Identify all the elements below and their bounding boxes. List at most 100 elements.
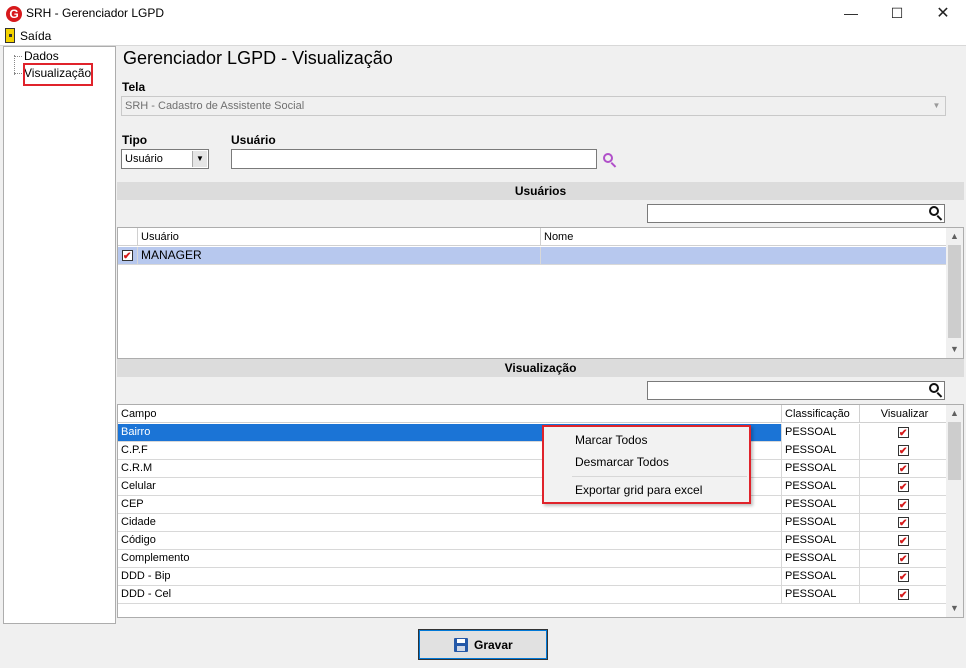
visualizar-cell[interactable] bbox=[860, 478, 946, 496]
usuarios-scrollbar[interactable]: ▲ ▼ bbox=[946, 228, 963, 358]
menu-item-marcar-todos[interactable]: Marcar Todos bbox=[575, 433, 647, 447]
nome-cell bbox=[541, 247, 946, 265]
nav-tree: Dados Visualização bbox=[3, 46, 116, 624]
table-row[interactable]: C.R.M PESSOAL bbox=[118, 460, 946, 478]
campo-cell: DDD - Cel bbox=[118, 586, 782, 604]
column-header-nome[interactable]: Nome bbox=[541, 228, 946, 246]
usuario-label: Usuário bbox=[231, 133, 276, 147]
checkbox-checked[interactable] bbox=[122, 248, 133, 265]
visualizar-cell[interactable] bbox=[860, 460, 946, 478]
maximize-button[interactable]: ☐ bbox=[874, 0, 920, 27]
grid-header: Campo Classificação Visualizar bbox=[118, 405, 946, 423]
visualizar-cell[interactable] bbox=[860, 550, 946, 568]
visualizar-cell[interactable] bbox=[860, 496, 946, 514]
checkbox-checked[interactable] bbox=[898, 551, 909, 568]
grid-header: Usuário Nome bbox=[118, 228, 946, 246]
checkbox-checked[interactable] bbox=[898, 479, 909, 496]
search-icon[interactable] bbox=[602, 152, 618, 168]
app-logo-icon: G bbox=[6, 6, 22, 22]
checkbox-checked[interactable] bbox=[898, 515, 909, 532]
table-row[interactable]: Celular PESSOAL bbox=[118, 478, 946, 496]
tela-select-value: SRH - Cadastro de Assistente Social bbox=[125, 100, 305, 112]
visualizacao-grid: Campo Classificação Visualizar Bairro PES… bbox=[117, 404, 964, 618]
row-checkbox-cell[interactable] bbox=[118, 247, 138, 265]
campo-cell: DDD - Bip bbox=[118, 568, 782, 586]
title-bar: G SRH - Gerenciador LGPD — ☐ ✕ bbox=[0, 0, 966, 27]
classificacao-cell: PESSOAL bbox=[782, 424, 860, 442]
table-row[interactable]: Código PESSOAL bbox=[118, 532, 946, 550]
visualizar-cell[interactable] bbox=[860, 586, 946, 604]
usuarios-grid: Usuário Nome MANAGER ▲ ▼ bbox=[117, 227, 964, 359]
tipo-label: Tipo bbox=[122, 133, 148, 147]
usuario-input[interactable] bbox=[231, 149, 597, 169]
checkbox-checked[interactable] bbox=[898, 569, 909, 586]
classificacao-cell: PESSOAL bbox=[782, 532, 860, 550]
visualizar-cell[interactable] bbox=[860, 514, 946, 532]
checkbox-checked[interactable] bbox=[898, 587, 909, 604]
page-title: Gerenciador LGPD - Visualização bbox=[123, 48, 393, 68]
context-menu: Marcar Todos Desmarcar Todos Exportar gr… bbox=[542, 425, 751, 504]
table-row[interactable]: MANAGER bbox=[118, 247, 946, 265]
table-row[interactable]: C.P.F PESSOAL bbox=[118, 442, 946, 460]
body-area: Dados Visualização Gerenciador LGPD - Vi… bbox=[0, 45, 966, 668]
table-row[interactable]: Bairro PESSOAL bbox=[118, 424, 946, 442]
menu-item-desmarcar-todos[interactable]: Desmarcar Todos bbox=[575, 455, 669, 469]
column-header-classificacao[interactable]: Classificação bbox=[782, 405, 860, 423]
column-header-visualizar[interactable]: Visualizar bbox=[860, 405, 946, 423]
save-button-label: Gravar bbox=[474, 638, 513, 652]
visualizar-cell[interactable] bbox=[860, 424, 946, 442]
usuarios-filter-input[interactable] bbox=[647, 204, 945, 223]
usuario-cell: MANAGER bbox=[138, 247, 541, 265]
campo-cell: Código bbox=[118, 532, 782, 550]
annotation-highlight-box bbox=[23, 63, 93, 86]
visualizacao-section-header: Visualização bbox=[117, 359, 964, 377]
table-row[interactable]: Cidade PESSOAL bbox=[118, 514, 946, 532]
table-row[interactable]: Complemento PESSOAL bbox=[118, 550, 946, 568]
tipo-select[interactable]: Usuário ▼ bbox=[121, 149, 209, 169]
scroll-down-icon[interactable]: ▼ bbox=[946, 341, 963, 358]
table-row[interactable]: DDD - Cel PESSOAL bbox=[118, 586, 946, 604]
classificacao-cell: PESSOAL bbox=[782, 568, 860, 586]
search-icon[interactable] bbox=[928, 382, 944, 398]
close-button[interactable]: ✕ bbox=[920, 0, 966, 27]
checkbox-checked[interactable] bbox=[898, 443, 909, 460]
chevron-down-icon: ▼ bbox=[932, 101, 941, 110]
save-button[interactable]: Gravar bbox=[418, 629, 548, 660]
chevron-down-icon[interactable]: ▼ bbox=[192, 151, 207, 167]
visualizacao-scrollbar[interactable]: ▲ ▼ bbox=[946, 405, 963, 617]
visualizar-cell[interactable] bbox=[860, 568, 946, 586]
visualizar-cell[interactable] bbox=[860, 442, 946, 460]
column-header-campo[interactable]: Campo bbox=[118, 405, 782, 423]
table-row[interactable]: DDD - Bip PESSOAL bbox=[118, 568, 946, 586]
menu-item-exportar-excel[interactable]: Exportar grid para excel bbox=[575, 483, 702, 497]
scroll-thumb[interactable] bbox=[948, 245, 961, 338]
scroll-down-icon[interactable]: ▼ bbox=[946, 600, 963, 617]
campo-cell: Complemento bbox=[118, 550, 782, 568]
tree-connector bbox=[14, 56, 22, 57]
menu-exit[interactable]: Saída bbox=[20, 29, 51, 43]
usuarios-section-header: Usuários bbox=[117, 182, 964, 200]
minimize-button[interactable]: — bbox=[828, 0, 874, 27]
scroll-up-icon[interactable]: ▲ bbox=[946, 228, 963, 245]
visualizacao-filter-input[interactable] bbox=[647, 381, 945, 400]
checkbox-checked[interactable] bbox=[898, 461, 909, 478]
checkbox-checked[interactable] bbox=[898, 425, 909, 442]
checkbox-checked[interactable] bbox=[898, 497, 909, 514]
tree-item-dados[interactable]: Dados bbox=[24, 49, 59, 63]
search-icon[interactable] bbox=[928, 205, 944, 221]
tree-connector bbox=[14, 55, 15, 75]
checkbox-column-header bbox=[118, 228, 138, 246]
table-row[interactable]: CEP PESSOAL bbox=[118, 496, 946, 514]
checkbox-checked[interactable] bbox=[898, 533, 909, 550]
scroll-up-icon[interactable]: ▲ bbox=[946, 405, 963, 422]
classificacao-cell: PESSOAL bbox=[782, 586, 860, 604]
column-header-usuario[interactable]: Usuário bbox=[138, 228, 541, 246]
scroll-thumb[interactable] bbox=[948, 422, 961, 480]
tipo-select-value: Usuário bbox=[125, 153, 163, 165]
window-title: SRH - Gerenciador LGPD bbox=[26, 6, 165, 20]
menu-separator bbox=[572, 476, 747, 477]
tree-connector bbox=[14, 73, 22, 74]
visualizar-cell[interactable] bbox=[860, 532, 946, 550]
exit-door-icon bbox=[5, 28, 15, 43]
classificacao-cell: PESSOAL bbox=[782, 514, 860, 532]
